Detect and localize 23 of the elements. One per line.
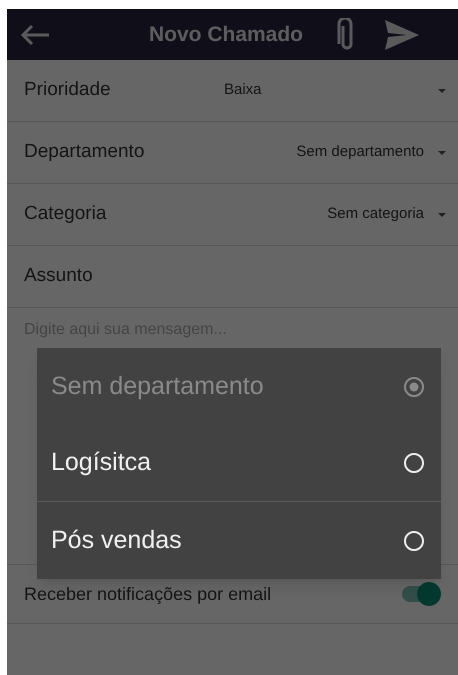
- dropdown-row[interactable]: Departamento Sem departamento: [7, 122, 458, 184]
- radio-icon: [403, 376, 425, 398]
- send-icon[interactable]: [385, 20, 420, 50]
- back-arrow-icon[interactable]: [19, 22, 51, 46]
- field-value: Sem departamento: [295, 142, 424, 162]
- field-value: Baixa: [224, 80, 263, 100]
- dropdown-row[interactable]: Categoria Sem categoria: [7, 184, 458, 246]
- option-item[interactable]: Logísitca: [37, 425, 441, 502]
- screen-title: Novo Chamado: [149, 22, 304, 48]
- dropdown-icon: [438, 212, 446, 216]
- radio-icon: [403, 452, 425, 474]
- field-label: Departamento: [24, 140, 146, 164]
- field-label: Prioridade: [24, 78, 112, 102]
- radio-icon: [403, 530, 425, 552]
- dropdown-row[interactable]: Prioridade Baixa: [7, 60, 458, 122]
- field-label: Categoria: [24, 202, 108, 226]
- notification-label: Receber notificações por email: [24, 582, 272, 606]
- option-item[interactable]: Pós vendas: [37, 502, 441, 579]
- subject-placeholder: Assunto: [24, 264, 93, 288]
- field-value: Sem categoria: [326, 204, 424, 224]
- subject-field[interactable]: Assunto: [7, 246, 458, 308]
- dropdown-icon: [438, 88, 446, 92]
- dropdown-icon: [438, 150, 446, 154]
